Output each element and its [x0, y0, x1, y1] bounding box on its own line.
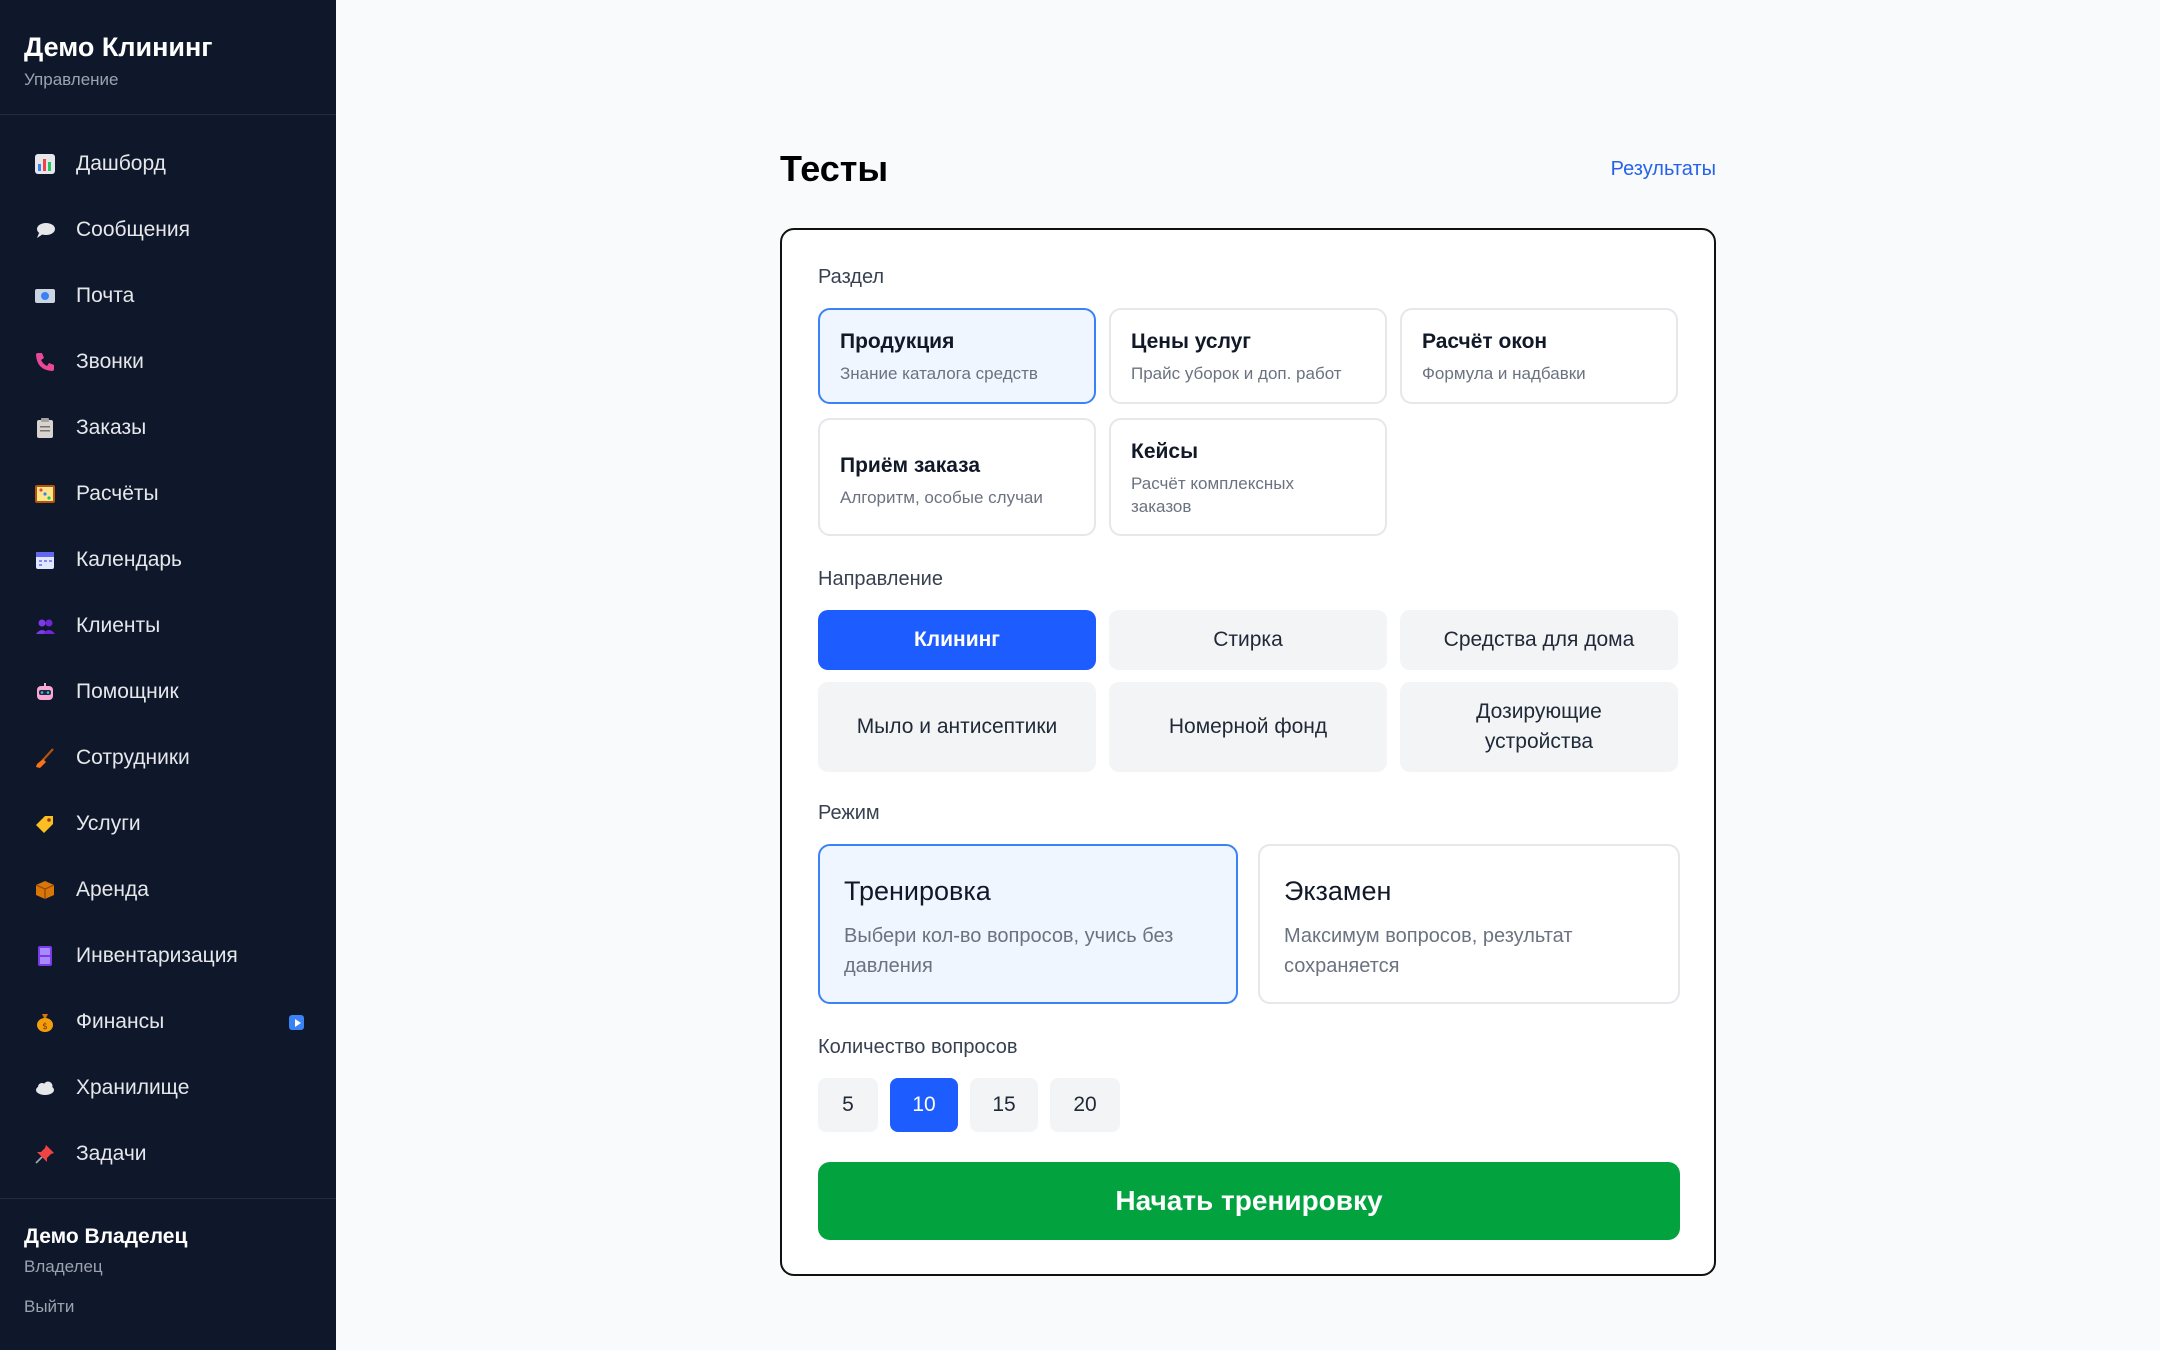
mode-title: Тренировка — [844, 876, 991, 906]
robot-icon — [34, 681, 56, 703]
sidebar-item-dashboard[interactable]: Дашборд — [0, 131, 336, 197]
sidebar-item-rent[interactable]: Аренда — [0, 857, 336, 923]
sidebar-item-label: Звонки — [76, 350, 144, 373]
sidebar-item-assistant[interactable]: Помощник — [0, 659, 336, 725]
users-icon — [34, 615, 56, 637]
sidebar-item-label: Услуги — [76, 812, 141, 835]
page-header: Тесты Результаты — [780, 148, 1716, 190]
direction-soap[interactable]: Мыло и антисептики — [818, 682, 1096, 772]
calendar-icon — [34, 549, 56, 571]
section-label: Раздел — [818, 266, 885, 288]
user-name: Демо Владелец — [24, 1225, 188, 1248]
mail-icon — [34, 285, 56, 307]
section-option-title: Расчёт окон — [1422, 330, 1548, 353]
page-title: Тесты — [780, 148, 889, 189]
section-option-desc: Формула и надбавки — [1422, 364, 1586, 383]
brand-subtitle: Управление — [24, 70, 119, 89]
sidebar-item-calls[interactable]: Звонки — [0, 329, 336, 395]
count-option-20[interactable]: 20 — [1050, 1078, 1120, 1132]
direction-cleaning[interactable]: Клининг — [818, 610, 1096, 670]
sidebar-item-messages[interactable]: Сообщения — [0, 197, 336, 263]
section-option-title: Продукция — [840, 330, 955, 353]
logout-link[interactable]: Выйти — [24, 1297, 312, 1317]
sidebar-item-orders[interactable]: Заказы — [0, 395, 336, 461]
sidebar-item-label: Хранилище — [76, 1076, 190, 1099]
pin-icon — [34, 1143, 56, 1165]
section-option-cases[interactable]: Кейсы Расчёт комплексных заказов — [1109, 418, 1387, 536]
section-option-title: Цены услуг — [1131, 330, 1252, 353]
direction-room-stock[interactable]: Номерной фонд — [1109, 682, 1387, 772]
section-option-title: Приём заказа — [840, 454, 981, 477]
mode-desc: Выбери кол-во вопросов, учись без давлен… — [844, 925, 1174, 977]
sidebar-item-label: Клиенты — [76, 614, 161, 637]
count-option-15[interactable]: 15 — [970, 1078, 1038, 1132]
brand: Демо Клининг Управление — [0, 0, 336, 115]
section-option-products[interactable]: Продукция Знание каталога средств — [818, 308, 1096, 404]
user-role: Владелец — [24, 1257, 103, 1276]
section-option-title: Кейсы — [1131, 440, 1199, 463]
tag-icon — [34, 813, 56, 835]
section-option-desc: Знание каталога средств — [840, 364, 1038, 383]
sidebar-item-label: Задачи — [76, 1142, 147, 1165]
direction-label: Направление — [818, 568, 943, 590]
section-option-desc: Расчёт комплексных заказов — [1131, 474, 1294, 516]
sidebar-item-label: Сообщения — [76, 218, 190, 241]
sidebar-item-employees[interactable]: Сотрудники — [0, 725, 336, 791]
chart-icon — [34, 153, 56, 175]
sidebar-item-label: Расчёты — [76, 482, 159, 505]
test-setup-card: Раздел Продукция Знание каталога средств… — [780, 228, 1716, 1276]
section-option-order-intake[interactable]: Приём заказа Алгоритм, особые случаи — [818, 418, 1096, 536]
direction-home-products[interactable]: Средства для дома — [1400, 610, 1678, 670]
phone-icon — [34, 351, 56, 373]
sidebar-item-label: Аренда — [76, 878, 149, 901]
results-link[interactable]: Результаты — [1611, 158, 1716, 181]
box-icon — [34, 879, 56, 901]
sidebar-item-services[interactable]: Услуги — [0, 791, 336, 857]
sidebar-item-calculations[interactable]: Расчёты — [0, 461, 336, 527]
sidebar-nav: Дашборд Сообщения Почта Звонки Заказы Ра… — [0, 115, 336, 1187]
sidebar-item-finance[interactable]: $ Финансы — [0, 989, 336, 1055]
count-option-5[interactable]: 5 — [818, 1078, 878, 1132]
sidebar-item-label: Сотрудники — [76, 746, 190, 769]
sidebar-item-calendar[interactable]: Календарь — [0, 527, 336, 593]
mode-title: Экзамен — [1284, 876, 1392, 906]
sidebar-item-inventory[interactable]: Инвентаризация — [0, 923, 336, 989]
sidebar-item-label: Календарь — [76, 548, 182, 571]
sidebar-item-label: Дашборд — [76, 152, 166, 175]
mode-training[interactable]: Тренировка Выбери кол-во вопросов, учись… — [818, 844, 1238, 1004]
mode-desc: Максимум вопросов, результат сохраняется — [1284, 925, 1573, 977]
brand-title: Демо Клининг — [24, 32, 213, 62]
sidebar-item-clients[interactable]: Клиенты — [0, 593, 336, 659]
direction-dispensers[interactable]: Дозирующие устройства — [1400, 682, 1678, 772]
sidebar-item-label: Инвентаризация — [76, 944, 238, 967]
speech-bubble-icon — [34, 219, 56, 241]
cabinet-icon — [34, 945, 56, 967]
section-option-windows[interactable]: Расчёт окон Формула и надбавки — [1400, 308, 1678, 404]
section-option-desc: Прайс уборок и доп. работ — [1131, 364, 1342, 383]
question-count-label: Количество вопросов — [818, 1036, 1018, 1058]
start-training-button[interactable]: Начать тренировку — [818, 1162, 1680, 1240]
sidebar-item-storage[interactable]: Хранилище — [0, 1055, 336, 1121]
section-option-desc: Алгоритм, особые случаи — [840, 488, 1043, 507]
sidebar-item-label: Помощник — [76, 680, 179, 703]
sidebar-item-label: Финансы — [76, 1010, 165, 1033]
mode-exam[interactable]: Экзамен Максимум вопросов, результат сох… — [1258, 844, 1680, 1004]
sidebar-item-tasks[interactable]: Задачи — [0, 1121, 336, 1187]
svg-text:$: $ — [42, 1022, 48, 1032]
user-block: Демо Владелец Владелец Выйти — [0, 1198, 336, 1350]
section-option-prices[interactable]: Цены услуг Прайс уборок и доп. работ — [1109, 308, 1387, 404]
cloud-icon — [34, 1077, 56, 1099]
money-bag-icon: $ — [34, 1011, 56, 1033]
mode-label: Режим — [818, 802, 880, 824]
sidebar-item-mail[interactable]: Почта — [0, 263, 336, 329]
clipboard-icon — [34, 417, 56, 439]
sidebar-item-label: Почта — [76, 284, 135, 307]
abacus-icon — [34, 483, 56, 505]
broom-icon — [34, 747, 56, 769]
count-option-10[interactable]: 10 — [890, 1078, 958, 1132]
sidebar-item-label: Заказы — [76, 416, 147, 439]
sidebar: Демо Клининг Управление Дашборд Сообщени… — [0, 0, 336, 1350]
play-badge-icon — [289, 1015, 304, 1030]
direction-laundry[interactable]: Стирка — [1109, 610, 1387, 670]
